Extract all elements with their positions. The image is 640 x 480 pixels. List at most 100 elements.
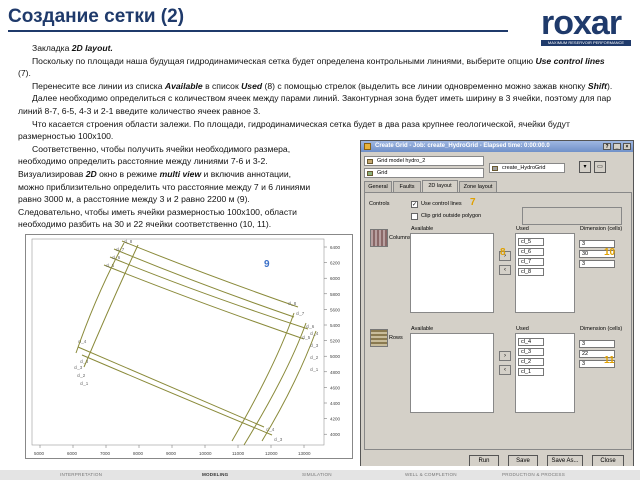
callout-11: 11 (604, 355, 615, 366)
job-options-button[interactable]: ▾ (579, 161, 591, 173)
footer: INTERPRETATION MODELING SIMULATION WELL … (0, 466, 640, 480)
rows-used-list[interactable]: cl_4 cl_3 cl_2 cl_1 (515, 333, 575, 413)
minimize-icon[interactable]: _ (613, 143, 621, 150)
paragraph: Что касается строения области залежи. По… (18, 118, 570, 142)
y-tick-label: 4000 (330, 432, 341, 437)
tab-faults[interactable]: Faults (393, 181, 421, 192)
tab-2d-layout[interactable]: 2D layout (422, 180, 458, 192)
control-line-label: cl_1 (310, 367, 319, 372)
control-lines-plot: 6400 6200 6000 5800 5600 5400 5200 5000 4800 4600… (31, 238, 341, 456)
rows-available-list[interactable] (410, 333, 494, 413)
footer-item: MODELING (202, 472, 229, 477)
grid-model-icon (367, 159, 373, 164)
list-item[interactable]: cl_5 (518, 238, 544, 246)
rows-label: Rows (389, 335, 403, 341)
y-tick-label: 6000 (330, 276, 341, 281)
controls-options-box (522, 207, 622, 225)
control-line-label: cl_4 (310, 331, 319, 336)
y-tick-label: 5000 (330, 354, 341, 359)
job-copy-button[interactable]: ▭ (594, 161, 606, 173)
footer-bar: INTERPRETATION MODELING SIMULATION WELL … (0, 470, 640, 480)
list-item[interactable]: cl_8 (518, 268, 544, 276)
x-tick-label: 8000 (133, 451, 144, 456)
x-tick-label: 6000 (67, 451, 78, 456)
callout-9: 9 (264, 259, 270, 270)
control-line-label: cl_3 (74, 365, 83, 370)
use-control-lines-label: Use control lines (421, 201, 462, 207)
y-tick-label: 6200 (330, 261, 341, 266)
rows-dimension-label: Dimension (cells) (580, 326, 623, 332)
grid-model-select[interactable]: Grid model hydro_2 (364, 156, 484, 166)
close-icon[interactable]: × (623, 143, 631, 150)
y-tick-label: 5400 (330, 323, 341, 328)
x-tick-label: 9000 (166, 451, 177, 456)
tab-zone-layout[interactable]: Zone layout (459, 181, 497, 192)
rows-move-right-button[interactable]: › (499, 351, 511, 361)
create-grid-dialog: Create Grid - Job: create_HydroGrid - El… (360, 140, 634, 470)
y-tick-label: 4400 (330, 401, 341, 406)
control-line-label: cl_1 (80, 381, 89, 386)
list-item[interactable]: cl_7 (518, 258, 544, 266)
rows-move-left-button[interactable]: ‹ (499, 365, 511, 375)
x-tick-label: 13000 (298, 451, 311, 456)
columns-move-left-button[interactable]: ‹ (499, 265, 511, 275)
x-tick-label: 10000 (199, 451, 212, 456)
rows-dimension-input[interactable]: 3 (579, 340, 615, 348)
dialog-title: Create Grid - Job: create_HydroGrid - El… (375, 143, 550, 149)
paragraph: необходимо разбить на 30 и 22 ячейки соо… (18, 219, 272, 230)
paragraph: равно 3000 м, а расстояние между 3 и 2 р… (18, 194, 250, 205)
control-line (121, 240, 299, 308)
y-tick-label: 5600 (330, 307, 341, 312)
list-item[interactable]: cl_1 (518, 368, 544, 376)
control-line (77, 346, 265, 428)
paragraph: Поскольку по площади наша будущая гидрод… (18, 55, 605, 79)
columns-icon (370, 229, 388, 247)
job-icon (492, 166, 498, 171)
paragraph: Перенесите все линии из списка Available… (32, 80, 613, 91)
controls-label: Controls (369, 201, 390, 207)
columns-label: Columns (389, 235, 411, 241)
control-line-label: cl_3 (310, 343, 319, 348)
help-icon[interactable]: ? (603, 143, 611, 150)
paragraph: Следовательно, чтобы иметь ячейки размер… (18, 206, 297, 217)
control-lines-2d-view: 6400 6200 6000 5800 5600 5400 5200 5000 4800 4600… (25, 234, 353, 459)
control-line (109, 256, 309, 330)
job-name-select[interactable]: create_HydroGrid (489, 163, 565, 173)
list-item[interactable]: cl_4 (518, 338, 544, 346)
columns-used-label: Used (516, 226, 529, 232)
grid-icon (367, 171, 373, 176)
tab-general[interactable]: General (364, 181, 392, 192)
control-line-label: cl_8 (124, 239, 133, 244)
columns-available-list[interactable] (410, 233, 494, 313)
x-tick-label: 11000 (232, 451, 245, 456)
clip-grid-checkbox[interactable] (411, 213, 418, 220)
columns-available-label: Available (411, 226, 434, 232)
list-item[interactable]: cl_6 (518, 248, 544, 256)
rows-available-label: Available (411, 326, 434, 332)
control-line-label: cl_2 (77, 373, 86, 378)
x-tick-label: 7000 (100, 451, 111, 456)
columns-used-list[interactable]: cl_5 cl_6 cl_7 cl_8 (515, 233, 575, 313)
list-item[interactable]: cl_3 (518, 348, 544, 356)
grid-select[interactable]: Grid (364, 168, 484, 178)
paragraph: Соответственно, чтобы получить ячейки не… (32, 143, 291, 154)
columns-dimension-label: Dimension (cells) (580, 226, 623, 232)
rows-icon (370, 329, 388, 347)
rows-used-label: Used (516, 326, 529, 332)
app-icon (364, 143, 371, 150)
y-tick-label: 4200 (330, 417, 341, 422)
control-line-label: cl_2 (310, 355, 319, 360)
list-item[interactable]: cl_2 (518, 358, 544, 366)
use-control-lines-checkbox[interactable]: ✓ (411, 201, 418, 208)
y-tick-label: 4800 (330, 370, 341, 375)
callout-10: 10 (604, 247, 616, 258)
columns-dimension-input[interactable]: 3 (579, 260, 615, 268)
paragraph: Далее необходимо определиться с количест… (18, 93, 612, 116)
callout-8: 8 (500, 247, 506, 258)
control-line (261, 330, 317, 442)
callout-7: 7 (470, 197, 476, 208)
slide-title: Создание сетки (2) (8, 6, 185, 27)
x-tick-label: 12000 (265, 451, 278, 456)
plot-frame (31, 238, 325, 446)
dialog-titlebar: Create Grid - Job: create_HydroGrid - El… (361, 141, 633, 152)
